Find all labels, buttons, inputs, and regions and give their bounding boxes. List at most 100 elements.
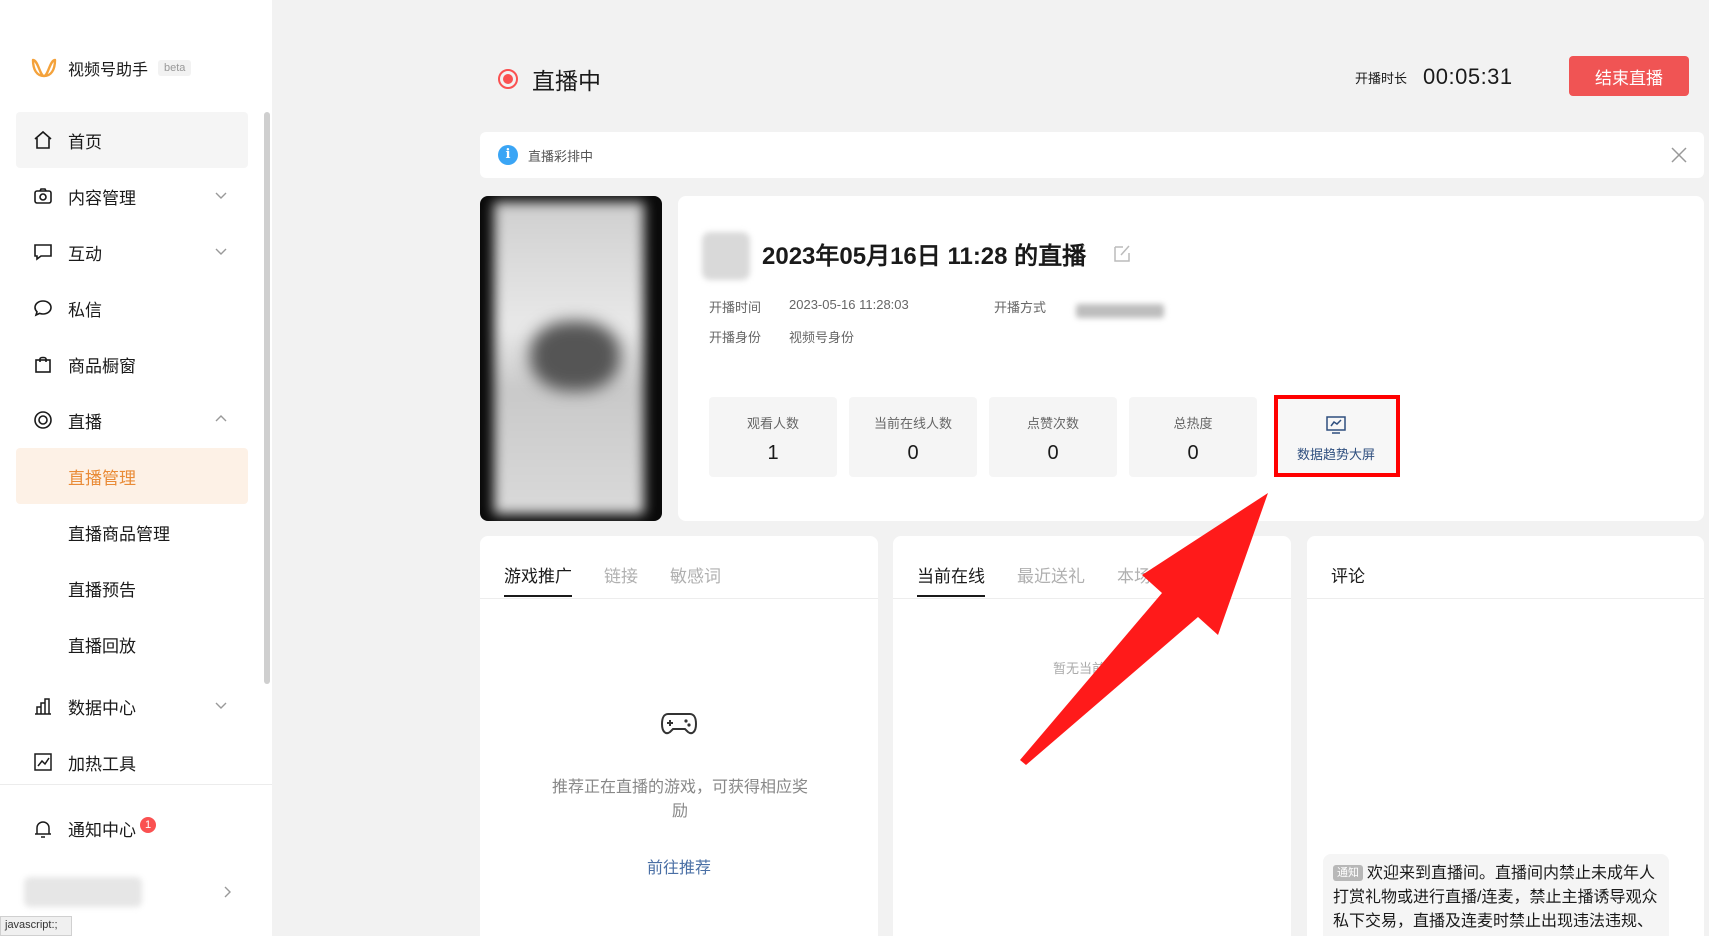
- sidebar-item-label: 加热工具: [68, 754, 136, 774]
- sidebar-item-content[interactable]: 内容管理: [16, 168, 248, 224]
- stat-online: 当前在线人数 0: [849, 397, 977, 477]
- sidebar-sub-live-replay[interactable]: 直播回放: [16, 616, 248, 672]
- tab-session-gifts[interactable]: 本场送礼: [1117, 562, 1185, 597]
- sidebar-nav: 首页 内容管理 互动 私信 商品橱窗 直播 直播管理 直播商品管理 直播预告 直…: [16, 112, 248, 790]
- chevron-up-icon: [215, 415, 227, 422]
- live-circle-icon: [32, 409, 54, 431]
- online-panel-tabs: 当前在线 最近送礼 本场送礼: [917, 562, 1185, 597]
- sidebar-sub-live-preview[interactable]: 直播预告: [16, 560, 248, 616]
- chevron-down-icon: [215, 248, 227, 255]
- comments-title: 评论: [1331, 567, 1365, 586]
- tab-sensitive-words[interactable]: 敏感词: [670, 562, 721, 597]
- sidebar-item-label: 首页: [68, 132, 102, 152]
- chevron-down-icon: [215, 192, 227, 199]
- game-panel-tabs: 游戏推广 链接 敏感词: [504, 562, 721, 597]
- online-viewers-panel: 当前在线 最近送礼 本场送礼 暂无当前在线: [893, 536, 1291, 936]
- sidebar-item-shop-window[interactable]: 商品橱窗: [16, 336, 248, 392]
- duration-label: 开播时长: [1355, 70, 1408, 86]
- tab-links[interactable]: 链接: [604, 562, 638, 597]
- stat-heat: 总热度 0: [1129, 397, 1257, 477]
- start-time-label: 开播时间: [709, 300, 762, 315]
- bar-chart-icon: [32, 695, 54, 717]
- system-notice-comment: 通知 欢迎来到直播间。直播间内禁止未成年人打赏礼物或进行直播/连麦，禁止主播诱导观…: [1323, 854, 1669, 936]
- data-trend-screen-button[interactable]: 数据趋势大屏: [1276, 397, 1396, 477]
- sidebar-scrollbar[interactable]: [264, 112, 270, 684]
- gamepad-icon: [660, 713, 698, 735]
- sidebar-item-label: 数据中心: [68, 698, 136, 718]
- stat-label: 点赞次数: [1026, 416, 1079, 431]
- panel-divider: [1307, 598, 1704, 599]
- stream-title: 2023年05月16日 11:28 的直播: [762, 243, 1087, 270]
- sidebar-item-data-center[interactable]: 数据中心: [16, 678, 248, 734]
- duration-value: 00:05:31: [1423, 64, 1513, 89]
- sidebar-item-live[interactable]: 直播: [16, 392, 248, 448]
- sidebar-divider: [0, 784, 272, 785]
- tab-current-online[interactable]: 当前在线: [917, 562, 985, 597]
- avatar: [702, 232, 750, 280]
- game-promotion-panel: 游戏推广 链接 敏感词 推荐正在直播的游戏，可获得相应奖励 前往推荐: [480, 536, 878, 936]
- notify-label: 通知中心: [68, 821, 136, 840]
- edit-icon[interactable]: [1111, 242, 1133, 264]
- sidebar-sub-live-products[interactable]: 直播商品管理: [16, 504, 248, 560]
- panel-divider: [480, 598, 878, 599]
- sidebar-item-interaction[interactable]: 互动: [16, 224, 248, 280]
- notice-tag: 通知: [1333, 865, 1363, 881]
- sidebar-item-label: 私信: [68, 300, 102, 320]
- bell-icon: [35, 820, 51, 838]
- live-duration: 开播时长 00:05:31: [1355, 64, 1513, 90]
- browser-status-bar: javascript:;: [0, 916, 72, 936]
- cover-image-subject: [530, 321, 620, 391]
- brand[interactable]: 视频号助手 beta: [30, 56, 192, 80]
- chevron-right-icon: [224, 886, 231, 898]
- live-cover-preview: [480, 196, 662, 521]
- comments-panel: 评论 通知 欢迎来到直播间。直播间内禁止未成年人打赏礼物或进行直播/连麦，禁止主播…: [1307, 536, 1704, 936]
- rehearsal-notice: i 直播彩排中: [480, 132, 1704, 178]
- live-record-icon: [498, 69, 518, 89]
- identity-label: 开播身份: [709, 330, 762, 345]
- sidebar-sub-live-manage[interactable]: 直播管理: [16, 448, 248, 504]
- end-live-button[interactable]: 结束直播: [1569, 56, 1689, 96]
- brand-logo-icon: [31, 58, 57, 78]
- online-empty-text: 暂无当前在线: [1052, 661, 1131, 676]
- sidebar-item-label: 互动: [68, 244, 102, 264]
- tab-recent-gifts[interactable]: 最近送礼: [1017, 562, 1085, 597]
- chevron-down-icon: [215, 702, 227, 709]
- live-status: 直播中: [498, 62, 601, 96]
- sidebar-item-home[interactable]: 首页: [16, 112, 248, 168]
- stat-value: 0: [1047, 442, 1059, 464]
- beta-badge: beta: [158, 60, 192, 76]
- info-icon: i: [498, 145, 518, 165]
- brand-name: 视频号助手: [68, 62, 149, 79]
- sidebar-item-label: 商品橱窗: [68, 356, 136, 376]
- camera-icon: [32, 185, 54, 207]
- sidebar-item-messages[interactable]: 私信: [16, 280, 248, 336]
- chat-bubble-icon: [32, 297, 54, 319]
- tab-game-promotion[interactable]: 游戏推广: [504, 562, 572, 597]
- game-empty-text: 推荐正在直播的游戏，可获得相应奖励: [551, 779, 808, 820]
- sidebar-item-notifications[interactable]: 通知中心 1: [32, 816, 156, 841]
- stat-value: 0: [907, 442, 919, 464]
- account-switcher[interactable]: [24, 874, 234, 910]
- stream-info-card: 2023年05月16日 11:28 的直播 开播时间 2023-05-16 11…: [678, 196, 1704, 521]
- notice-comment-text: 欢迎来到直播间。直播间内禁止未成年人打赏礼物或进行直播/连麦，禁止主播诱导观众私…: [1333, 865, 1658, 930]
- account-name-blurred: [24, 877, 142, 907]
- trend-button-label: 数据趋势大屏: [1296, 447, 1375, 462]
- sidebar-item-boost-tools[interactable]: 加热工具: [16, 734, 248, 790]
- stat-value: 1: [767, 442, 779, 464]
- stat-likes: 点赞次数 0: [989, 397, 1117, 477]
- start-mode-label: 开播方式: [994, 300, 1047, 315]
- stat-label: 当前在线人数: [873, 416, 952, 431]
- page-title: 直播中: [532, 68, 601, 94]
- stat-label: 总热度: [1173, 416, 1213, 431]
- notification-badge: 1: [140, 816, 156, 833]
- go-recommend-link[interactable]: 前往推荐: [480, 854, 878, 878]
- sidebar-item-label: 内容管理: [68, 188, 136, 208]
- sidebar-item-label: 直播: [68, 412, 102, 432]
- trend-chart-icon: [32, 751, 54, 773]
- stat-label: 观看人数: [746, 416, 799, 431]
- stat-value: 0: [1187, 442, 1199, 464]
- monitor-chart-icon: [1326, 416, 1346, 434]
- stat-viewers: 观看人数 1: [709, 397, 837, 477]
- close-icon[interactable]: [1670, 146, 1688, 164]
- start-time-value: 2023-05-16 11:28:03: [789, 297, 909, 312]
